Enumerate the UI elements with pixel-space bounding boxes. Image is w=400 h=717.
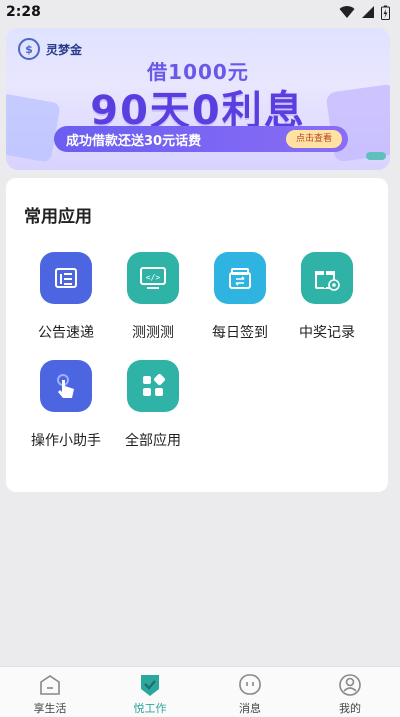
- wifi-icon: [339, 6, 355, 19]
- message-icon: [239, 674, 261, 695]
- app-all-apps[interactable]: 全部应用: [113, 360, 193, 450]
- signal-icon: [362, 6, 374, 18]
- tab-work[interactable]: 悦工作: [100, 667, 200, 717]
- tab-label: 享生活: [33, 702, 67, 715]
- home-icon: [40, 675, 60, 695]
- bottom-tab-bar: 享生活 悦工作 消息 我的: [0, 666, 400, 717]
- work-shield-icon: [141, 675, 159, 696]
- brand-name: 灵梦金: [46, 42, 83, 57]
- status-time: 2:28: [6, 4, 41, 20]
- gift-icon: [301, 252, 353, 304]
- app-prize-records[interactable]: 中奖记录: [287, 252, 367, 342]
- profile-icon: [339, 674, 361, 696]
- tab-life[interactable]: 享生活: [0, 667, 100, 717]
- status-bar: 2:28: [0, 0, 400, 24]
- status-icons: [339, 5, 390, 20]
- tab-label: 我的: [339, 702, 361, 715]
- section-title: 常用应用: [24, 207, 92, 227]
- app-assistant[interactable]: 操作小助手: [26, 360, 106, 450]
- tab-messages[interactable]: 消息: [200, 667, 300, 717]
- app-label: 全部应用: [125, 433, 181, 449]
- app-label: 测测测: [132, 325, 174, 341]
- tab-label: 消息: [239, 702, 261, 715]
- app-bulletin[interactable]: 公告速递: [26, 252, 106, 342]
- apps-card: 常用应用 公告速递 </> 测测测 每日签到 中奖记录 操作小助手 全部应用: [6, 178, 388, 492]
- app-label: 操作小助手: [31, 433, 101, 449]
- code-icon: </>: [127, 252, 179, 304]
- app-test[interactable]: </> 测测测: [113, 252, 193, 342]
- app-label: 每日签到: [212, 325, 268, 341]
- view-details-button[interactable]: 点击查看: [285, 130, 342, 148]
- hand-pointer-icon: [40, 360, 92, 412]
- promo-banner[interactable]: $ 灵梦金 借1000元 90天0利息 成功借款还送30元话费 点击查看: [6, 28, 390, 170]
- app-daily-checkin[interactable]: 每日签到: [200, 252, 280, 342]
- svg-text:</>: </>: [146, 273, 161, 282]
- banner-promo-text: 成功借款还送30元话费: [66, 133, 202, 149]
- battery-icon: [381, 5, 390, 20]
- app-label: 中奖记录: [299, 325, 355, 341]
- grid-icon: [127, 360, 179, 412]
- tab-mine[interactable]: 我的: [300, 667, 400, 717]
- bulletin-icon: [40, 252, 92, 304]
- checkin-box-icon: [214, 252, 266, 304]
- app-label: 公告速递: [38, 325, 94, 341]
- carousel-indicator: [366, 152, 386, 160]
- tab-label: 悦工作: [133, 702, 167, 715]
- banner-promo-strip: 成功借款还送30元话费 点击查看: [54, 126, 348, 152]
